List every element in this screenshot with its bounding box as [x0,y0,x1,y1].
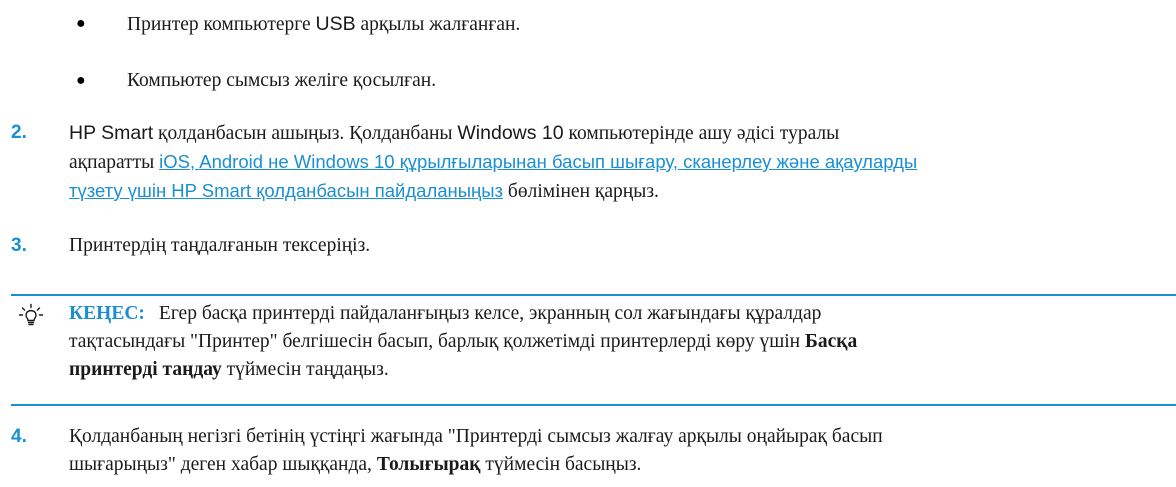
text-part: түймесін басыңыз. [480,454,642,475]
bullet-text-usb: USB [315,13,356,35]
step-4-line-1: Қолданбаның негізгі бетінің үстіңгі жағы… [69,426,883,447]
step-2-line-2: ақпаратты iOS, Android не Windows 10 құр… [69,148,1169,177]
text-part: компьютерінде ашу әдісі туралы [563,123,840,144]
step-3-body: Принтердің таңдалғанын тексеріңіз. [69,235,371,256]
step-number: 2. [11,122,27,143]
lightbulb-icon [18,303,44,326]
os-name: Windows 10 [457,122,564,144]
text-part: тақтасындағы "Принтер" белгішесін басып,… [69,331,805,352]
text-part: түймесін таңдаңыз. [221,359,389,380]
text-part: шығарыңыз" деген хабар шыққанда, [69,454,377,475]
text-part: қолданбасын ашыңыз. Қолданбаны [153,123,458,144]
button-name-text: Толығырақ [376,454,481,475]
button-name-text: принтерді таңдау [69,359,222,380]
hp-smart-section-link-continued[interactable]: түзету үшін HP Smart қолданбасын пайдала… [69,180,503,201]
tip-box: КЕҢЕС: Егер басқа принтерді пайдаланғыңыз… [11,294,1176,406]
tip-text: КЕҢЕС: Егер басқа принтерді пайдаланғыңыз… [69,300,1169,384]
bullet-dot: ● [76,15,86,32]
bullet-text: Принтер компьютерге USB арқылы жалғанған… [127,10,520,39]
step-number: 4. [11,426,27,447]
step-4-line-2: шығарыңыз" деген хабар шыққанда, Толығыр… [69,451,1169,479]
tip-line-2: тақтасындағы "Принтер" белгішесін басып,… [69,328,1169,356]
tip-label: КЕҢЕС: [69,303,145,324]
step-4-body: Қолданбаның негізгі бетінің үстіңгі жағы… [69,423,1169,479]
app-name: HP Smart [69,122,154,144]
text-part: ақпаратты [69,152,160,173]
step-2-line-1: HP Smart қолданбасын ашыңыз. Қолданбаны … [69,119,1169,148]
step-number: 3. [11,235,27,256]
bullet-dot: ● [76,72,86,89]
bullet-text-part: Принтер компьютерге [127,14,316,35]
button-name-text: Басқа [804,331,858,352]
text-part: Егер басқа принтерді пайдаланғыңыз келсе… [158,303,822,324]
step-2-line-3: түзету үшін HP Smart қолданбасын пайдала… [69,177,1169,206]
text-part: бөлімінен қарңыз. [503,181,659,202]
bullet-text-part: арқылы жалғанған. [355,14,521,35]
tip-line-3: принтерді таңдау түймесін таңдаңыз. [69,356,1169,384]
step-2-body: HP Smart қолданбасын ашыңыз. Қолданбаны … [69,119,1169,206]
hp-smart-section-link[interactable]: iOS, Android не Windows 10 құрылғыларына… [159,151,917,172]
tip-line-1: КЕҢЕС: Егер басқа принтерді пайдаланғыңыз… [69,300,1169,328]
bullet-text: Компьютер сымсыз желіге қосылған. [127,70,437,91]
